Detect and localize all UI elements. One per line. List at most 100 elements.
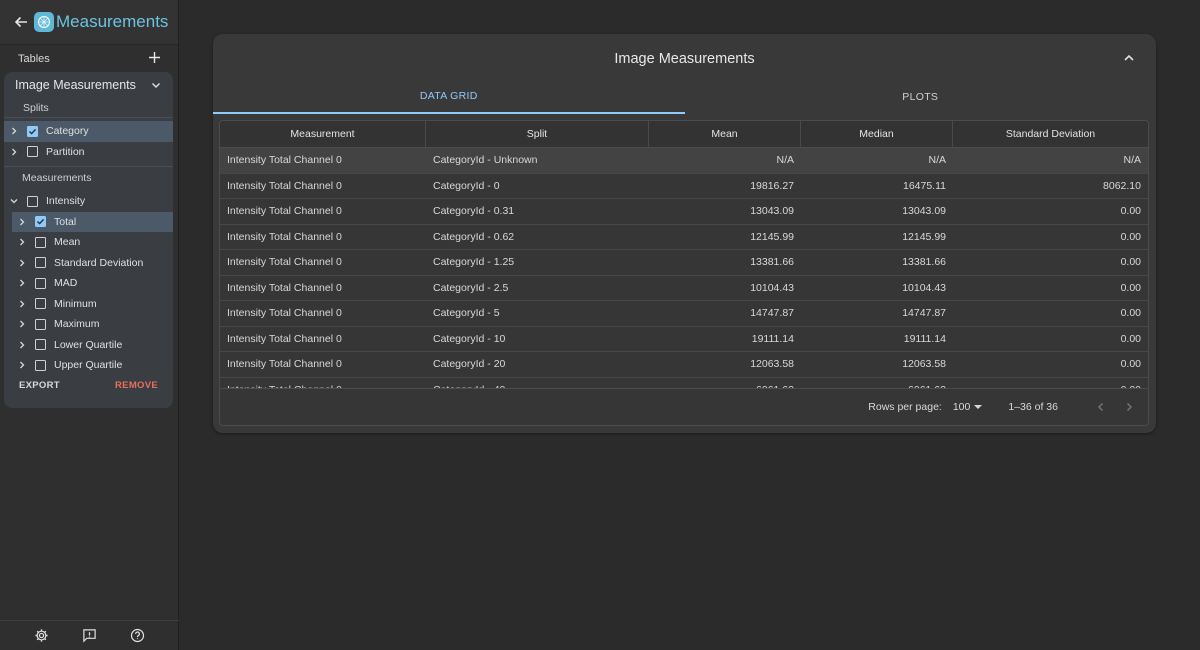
help-button[interactable] [128, 627, 146, 645]
expand-toggle[interactable] [16, 319, 28, 329]
measurement-item[interactable]: Total [12, 211, 173, 232]
table-row[interactable]: Intensity Total Channel 0 CategoryId - 10… [220, 327, 1148, 352]
expand-toggle[interactable] [16, 299, 28, 309]
split-item[interactable]: Partition [4, 142, 173, 163]
chevron-right-icon[interactable] [17, 278, 27, 288]
measurement-item[interactable]: Mean [12, 232, 173, 253]
chevron-right-icon[interactable] [17, 319, 27, 329]
page-info: 1–36 of 36 [1008, 401, 1058, 413]
table-cell: N/A [1123, 154, 1141, 167]
checkbox[interactable] [27, 146, 38, 158]
split-item[interactable]: Category [4, 121, 173, 142]
column-header[interactable]: Measurement [220, 121, 426, 147]
table-row[interactable]: Intensity Total Channel 0 CategoryId - 2.… [220, 276, 1148, 301]
table-row[interactable]: Intensity Total Channel 0 CategoryId - 0.… [220, 199, 1148, 225]
expand-toggle[interactable] [16, 258, 28, 268]
remove-button[interactable]: REMOVE [115, 380, 158, 391]
table-cell: CategoryId - 0 [433, 179, 500, 192]
check-icon [36, 219, 45, 225]
chevron-down-icon[interactable] [9, 196, 19, 206]
measurement-label: Intensity [46, 195, 86, 208]
table-row[interactable]: Intensity Total Channel 0 CategoryId - 0.… [220, 225, 1148, 250]
tab-plots[interactable]: PLOTS [685, 80, 1157, 114]
table-cell: CategoryId - 1.25 [433, 256, 515, 269]
add-table-button[interactable] [149, 51, 160, 67]
prev-page-button[interactable] [1094, 400, 1108, 414]
checkbox[interactable] [35, 216, 46, 228]
measurement-item[interactable]: Maximum [12, 314, 173, 335]
table-cell: 13381.66 [750, 256, 794, 269]
settings-button[interactable] [33, 627, 51, 645]
column-header[interactable]: Median [801, 121, 953, 147]
chevron-right-icon[interactable] [17, 258, 27, 268]
table-row[interactable]: Intensity Total Channel 0 CategoryId - 5 1… [220, 301, 1148, 327]
checkbox[interactable] [35, 359, 46, 371]
measurement-item[interactable]: Standard Deviation [12, 253, 173, 274]
expand-toggle[interactable] [16, 217, 28, 227]
table-row[interactable]: Intensity Total Channel 0 CategoryId - 1.… [220, 250, 1148, 276]
checkbox[interactable] [27, 195, 38, 207]
export-button[interactable]: EXPORT [19, 380, 60, 391]
chevron-right-icon[interactable] [9, 147, 19, 157]
expand-toggle[interactable] [8, 147, 20, 157]
chevron-right-icon[interactable] [9, 126, 19, 136]
app-header: Measurements [0, 0, 178, 45]
grid-body[interactable]: Intensity Total Channel 0 CategoryId - Un… [220, 148, 1148, 389]
column-header[interactable]: Standard Deviation [953, 121, 1148, 147]
panel-header[interactable]: Image Measurements [4, 72, 173, 98]
expand-toggle[interactable] [8, 126, 20, 136]
column-header[interactable]: Split [426, 121, 649, 147]
checkbox[interactable] [35, 339, 46, 351]
measurement-label: Maximum [54, 318, 100, 331]
chevron-right-icon[interactable] [17, 217, 27, 227]
checkbox[interactable] [35, 318, 46, 330]
expand-toggle[interactable] [16, 360, 28, 370]
measurement-item[interactable]: Lower Quartile [12, 335, 173, 356]
table-cell: 0.00 [1120, 332, 1141, 345]
checkbox[interactable] [35, 277, 46, 289]
chevron-right-icon[interactable] [17, 360, 27, 370]
table-cell: 14747.87 [902, 307, 946, 320]
feedback-button[interactable] [80, 627, 98, 645]
checkbox[interactable] [35, 236, 46, 248]
measurement-item[interactable]: Intensity [4, 191, 173, 212]
checkbox[interactable] [35, 257, 46, 269]
table-cell: 0.00 [1120, 358, 1141, 371]
table-row[interactable]: Intensity Total Channel 0 CategoryId - 20… [220, 352, 1148, 378]
tab-data-grid[interactable]: DATA GRID [213, 80, 685, 114]
expand-toggle[interactable] [16, 237, 28, 247]
column-header[interactable]: Mean [649, 121, 801, 147]
table-cell: 12063.58 [902, 358, 946, 371]
chevron-right-icon[interactable] [17, 237, 27, 247]
measurements-panel: Image Measurements Splits Category Partit… [4, 72, 173, 408]
chevron-down-icon[interactable] [151, 80, 161, 90]
measurement-item[interactable]: Upper Quartile [12, 355, 173, 376]
collapse-button[interactable] [1122, 51, 1136, 65]
back-button[interactable] [12, 13, 30, 31]
measurement-item[interactable]: MAD [12, 273, 173, 294]
table-row[interactable]: Intensity Total Channel 0 CategoryId - Un… [220, 148, 1148, 174]
table-cell: CategoryId - 0.31 [433, 205, 515, 218]
checkbox[interactable] [27, 125, 38, 137]
feedback-icon [83, 629, 96, 643]
table-cell: 12063.58 [750, 358, 794, 371]
table-row[interactable]: Intensity Total Channel 0 CategoryId - 0 1… [220, 174, 1148, 199]
chevron-right-icon[interactable] [17, 299, 27, 309]
caret-down-icon [974, 405, 983, 409]
checkbox[interactable] [35, 298, 46, 310]
rows-per-page-value: 100 [952, 401, 971, 413]
rows-per-page-select[interactable]: 100 [953, 401, 983, 413]
table-cell: 13043.09 [902, 205, 946, 218]
table-cell: Intensity Total Channel 0 [227, 256, 342, 269]
table-cell: 8062.10 [1103, 179, 1141, 192]
split-label: Partition [46, 145, 85, 158]
expand-toggle[interactable] [8, 196, 20, 206]
measurement-item[interactable]: Minimum [12, 294, 173, 315]
table-cell: Intensity Total Channel 0 [227, 205, 342, 218]
next-page-button[interactable] [1122, 400, 1136, 414]
measurements-list: Intensity Total Mean Standard Deviation MAD M… [4, 191, 173, 376]
chevron-right-icon[interactable] [17, 340, 27, 350]
expand-toggle[interactable] [16, 278, 28, 288]
expand-toggle[interactable] [16, 340, 28, 350]
table-cell: 0.00 [1120, 307, 1141, 320]
